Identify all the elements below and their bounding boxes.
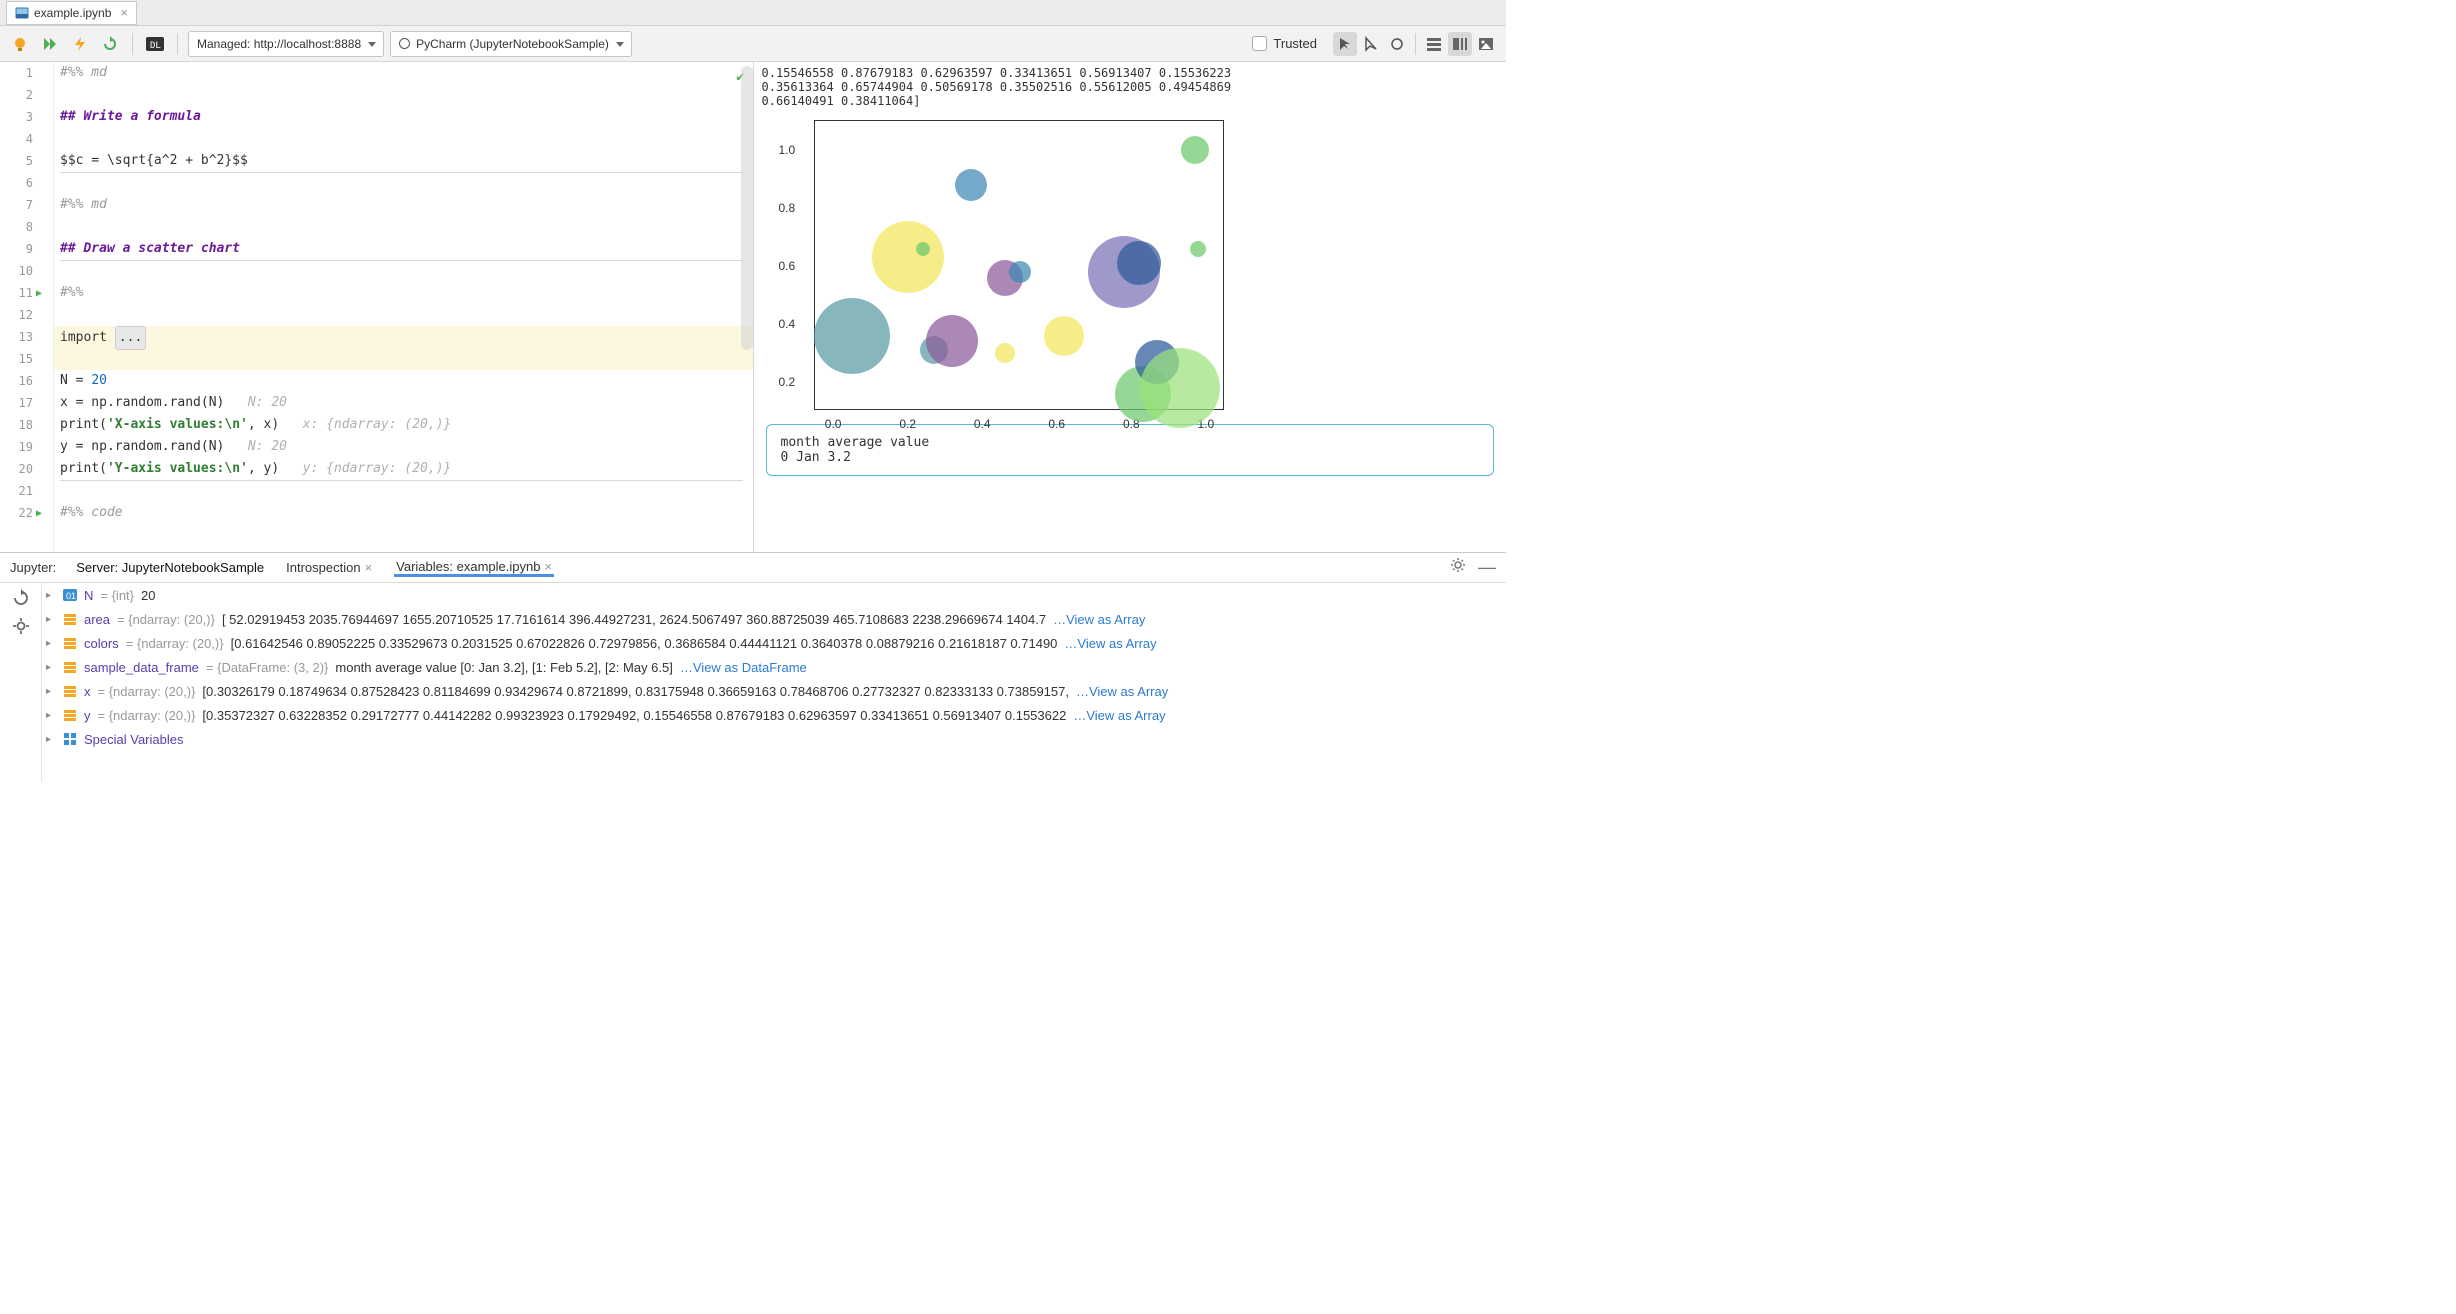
reload-icon[interactable] (12, 589, 30, 607)
bulb-icon[interactable] (8, 32, 32, 56)
view-as-link[interactable]: …View as DataFrame (680, 660, 807, 675)
server-label: Managed: http://localhost:8888 (197, 37, 361, 51)
close-icon[interactable]: × (544, 559, 552, 574)
notebook-file-icon (15, 6, 29, 20)
scrollbar[interactable] (741, 66, 753, 350)
tab-introspection[interactable]: Introspection× (284, 560, 374, 575)
code-line: #%% md (54, 62, 753, 84)
expand-icon[interactable]: ▸ (46, 734, 56, 745)
cursor-sync-icon[interactable] (1333, 32, 1357, 56)
notebook-toolbar: DL Managed: http://localhost:8888 PyChar… (0, 26, 1506, 62)
code-line: #%% (54, 282, 753, 304)
variable-row[interactable]: ▸Special Variables (42, 727, 1506, 751)
variables-list: ▸01N = {int} 20▸area = {ndarray: (20,)} … (42, 583, 1506, 782)
type-icon (63, 660, 77, 674)
server-info: Server: JupyterNotebookSample (76, 560, 264, 575)
line-gutter: 1234567891011▶12131516171819202122▶ (0, 62, 54, 552)
dl-toolbox-icon[interactable]: DL (143, 32, 167, 56)
lightning-icon[interactable] (68, 32, 92, 56)
code-line: #%% code (54, 502, 753, 524)
variable-row[interactable]: ▸sample_data_frame = {DataFrame: (3, 2)}… (42, 655, 1506, 679)
variable-row[interactable]: ▸colors = {ndarray: (20,)} [0.61642546 0… (42, 631, 1506, 655)
jupyter-label: Jupyter: (10, 560, 56, 575)
code-line: y = np.random.rand(N) N: 20 (54, 436, 753, 458)
code-line: N = 20 (54, 370, 753, 392)
code-line: print('Y-axis values:\n', y) y: {ndarray… (54, 458, 753, 480)
stdout-output: 0.15546558 0.87679183 0.62963597 0.33413… (754, 62, 1507, 112)
view-as-link[interactable]: …View as Array (1073, 708, 1165, 723)
type-icon (63, 732, 77, 746)
kernel-dropdown[interactable]: PyCharm (JupyterNotebookSample) (390, 31, 632, 57)
view-as-link[interactable]: …View as Array (1076, 684, 1168, 699)
expand-icon[interactable]: ▸ (46, 686, 56, 697)
tab-variables[interactable]: Variables: example.ipynb× (394, 559, 554, 577)
code-line: #%% md (54, 194, 753, 216)
expand-icon[interactable]: ▸ (46, 662, 56, 673)
svg-text:DL: DL (150, 41, 161, 51)
image-preview-icon[interactable] (1474, 32, 1498, 56)
layout-split-icon[interactable] (1448, 32, 1472, 56)
variable-row[interactable]: ▸x = {ndarray: (20,)} [0.30326179 0.1874… (42, 679, 1506, 703)
view-as-link[interactable]: …View as Array (1064, 636, 1156, 651)
expand-icon[interactable]: ▸ (46, 710, 56, 721)
layout-list-icon[interactable] (1422, 32, 1446, 56)
svg-text:01: 01 (66, 591, 76, 601)
view-as-link[interactable]: …View as Array (1053, 612, 1145, 627)
refresh-icon[interactable] (1385, 32, 1409, 56)
dataframe-output: month average value 0 Jan 3.2 (766, 424, 1495, 476)
gear-icon[interactable] (1450, 557, 1466, 578)
code-line: ## Write a formula (54, 106, 753, 128)
type-icon: 01 (63, 588, 77, 602)
code-line: x = np.random.rand(N) N: 20 (54, 392, 753, 414)
expand-icon[interactable]: ▸ (46, 638, 56, 649)
scatter-plot: 0.20.40.60.81.00.00.20.40.60.81.0 (814, 120, 1224, 410)
restart-output-icon[interactable] (1359, 32, 1383, 56)
close-icon[interactable]: × (365, 560, 373, 575)
code-line: print('X-axis values:\n', x) x: {ndarray… (54, 414, 753, 436)
kernel-status-icon (399, 38, 410, 49)
type-icon (63, 636, 77, 650)
server-dropdown[interactable]: Managed: http://localhost:8888 (188, 31, 384, 57)
trusted-label: Trusted (1273, 36, 1317, 51)
tool-window: Jupyter: Server: JupyterNotebookSample I… (0, 552, 1506, 782)
expand-icon[interactable]: ▸ (46, 590, 56, 601)
gear-icon[interactable] (12, 617, 30, 635)
file-tab-label: example.ipynb (34, 6, 111, 20)
fold-ellipsis-icon[interactable]: ... (115, 326, 146, 350)
file-tab[interactable]: example.ipynb × (6, 1, 137, 25)
trusted-checkbox[interactable]: Trusted (1252, 36, 1317, 51)
expand-icon[interactable]: ▸ (46, 614, 56, 625)
variable-row[interactable]: ▸01N = {int} 20 (42, 583, 1506, 607)
variable-row[interactable]: ▸area = {ndarray: (20,)} [ 52.02919453 2… (42, 607, 1506, 631)
code-line: $$c = \sqrt{a^2 + b^2}$$ (54, 150, 753, 172)
run-all-icon[interactable] (38, 32, 62, 56)
close-icon[interactable]: × (120, 5, 128, 20)
restart-icon[interactable] (98, 32, 122, 56)
editor-pane: 1234567891011▶12131516171819202122▶ ✔ #%… (0, 62, 754, 552)
output-pane: 0.15546558 0.87679183 0.62963597 0.33413… (754, 62, 1507, 552)
code-line: import ... (54, 326, 753, 348)
code-body[interactable]: ✔ #%% md ## Write a formula $$c = \sqrt{… (54, 62, 753, 552)
variable-row[interactable]: ▸y = {ndarray: (20,)} [0.35372327 0.6322… (42, 703, 1506, 727)
type-icon (63, 612, 77, 626)
code-line: ## Draw a scatter chart (54, 238, 753, 260)
minimize-icon[interactable]: — (1478, 557, 1496, 578)
tab-bar: example.ipynb × (0, 0, 1506, 26)
kernel-label: PyCharm (JupyterNotebookSample) (416, 37, 609, 51)
type-icon (63, 684, 77, 698)
type-icon (63, 708, 77, 722)
